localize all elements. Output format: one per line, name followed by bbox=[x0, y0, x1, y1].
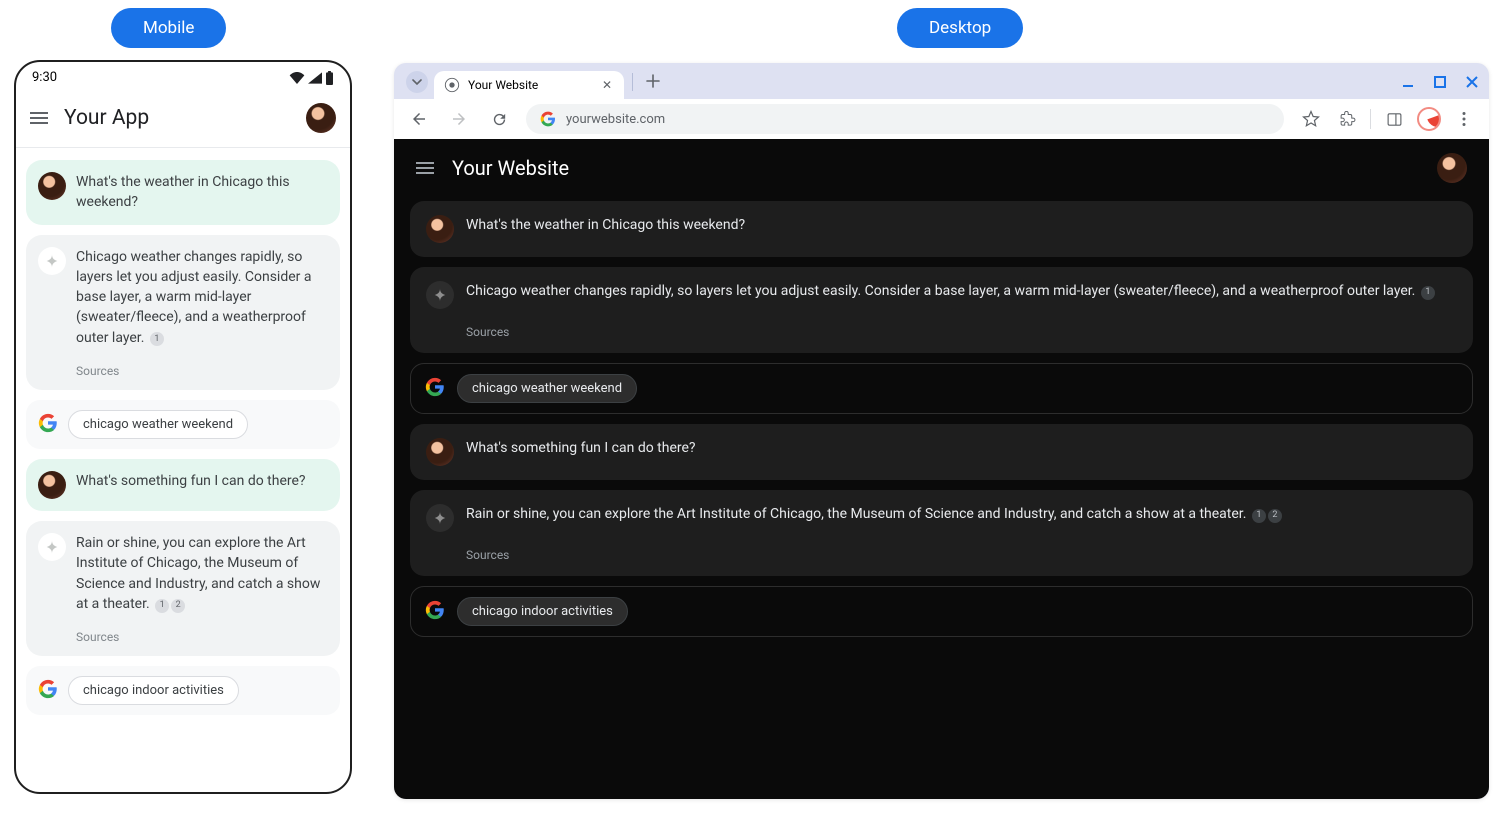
browser-toolbar: yourwebsite.com bbox=[394, 99, 1489, 139]
battery-icon bbox=[325, 71, 334, 85]
search-chip[interactable]: chicago indoor activities bbox=[457, 597, 628, 626]
message-text: Rain or shine, you can explore the Art I… bbox=[466, 504, 1282, 532]
site-header: Your Website bbox=[394, 139, 1489, 197]
sources-label[interactable]: Sources bbox=[76, 364, 328, 378]
tab-title: Your Website bbox=[468, 78, 538, 92]
search-tabs-button[interactable] bbox=[406, 71, 428, 93]
google-icon bbox=[38, 413, 58, 437]
user-avatar bbox=[38, 471, 66, 499]
desktop-section-label: Desktop bbox=[897, 8, 1023, 48]
mobile-device-frame: 9:30 Your App What's the weather in Chic… bbox=[14, 60, 352, 794]
search-suggestion-box: chicago weather weekend bbox=[410, 363, 1473, 414]
search-suggestion-box: chicago weather weekend bbox=[26, 400, 340, 449]
back-button[interactable] bbox=[406, 106, 432, 132]
maximize-icon[interactable] bbox=[1431, 73, 1449, 91]
close-tab-icon[interactable]: ✕ bbox=[600, 78, 614, 92]
user-avatar bbox=[426, 438, 454, 466]
mobile-chat-area: What's the weather in Chicago this weeke… bbox=[16, 148, 350, 727]
hamburger-icon[interactable] bbox=[416, 162, 434, 174]
reload-button[interactable] bbox=[486, 106, 512, 132]
google-icon bbox=[425, 600, 445, 624]
search-chip[interactable]: chicago weather weekend bbox=[68, 410, 248, 439]
search-chip[interactable]: chicago indoor activities bbox=[68, 676, 239, 705]
message-text: What's the weather in Chicago this weeke… bbox=[466, 215, 745, 243]
assistant-message: Chicago weather changes rapidly, so laye… bbox=[410, 267, 1473, 353]
message-text: What's something fun I can do there? bbox=[466, 438, 696, 466]
side-panel-button[interactable] bbox=[1381, 106, 1407, 132]
assistant-avatar bbox=[38, 533, 66, 561]
address-bar[interactable]: yourwebsite.com bbox=[526, 104, 1284, 134]
site-title: Your Website bbox=[452, 156, 569, 180]
search-chip[interactable]: chicago weather weekend bbox=[457, 374, 637, 403]
wifi-icon bbox=[289, 72, 305, 84]
page-content: Your Website What's the weather in Chica… bbox=[394, 139, 1489, 799]
close-window-icon[interactable] bbox=[1463, 73, 1481, 91]
status-bar: 9:30 bbox=[16, 62, 350, 93]
minimize-icon[interactable] bbox=[1399, 73, 1417, 91]
citation-badge[interactable]: 1 bbox=[155, 599, 169, 613]
assistant-avatar bbox=[426, 281, 454, 309]
browser-tab-bar: Your Website ✕ bbox=[394, 63, 1489, 99]
citation-badge[interactable]: 2 bbox=[171, 599, 185, 613]
citation-badge[interactable]: 1 bbox=[1252, 509, 1266, 523]
message-text: What's the weather in Chicago this weeke… bbox=[76, 172, 328, 213]
url-text: yourwebsite.com bbox=[566, 112, 665, 127]
avatar[interactable] bbox=[306, 103, 336, 133]
assistant-message: Rain or shine, you can explore the Art I… bbox=[26, 521, 340, 656]
browser-window: Your Website ✕ yourwebsite.com bbox=[394, 63, 1489, 799]
search-suggestion-box: chicago indoor activities bbox=[26, 666, 340, 715]
user-message: What's the weather in Chicago this weeke… bbox=[26, 160, 340, 225]
profile-avatar[interactable] bbox=[1417, 107, 1441, 131]
mobile-app-bar: Your App bbox=[16, 93, 350, 148]
user-avatar bbox=[38, 172, 66, 200]
user-avatar bbox=[426, 215, 454, 243]
extensions-button[interactable] bbox=[1334, 106, 1360, 132]
user-message: What's something fun I can do there? bbox=[410, 424, 1473, 480]
mobile-section-label: Mobile bbox=[111, 8, 226, 48]
sources-label[interactable]: Sources bbox=[76, 630, 328, 644]
google-icon bbox=[38, 679, 58, 703]
app-title: Your App bbox=[64, 106, 290, 130]
assistant-avatar bbox=[426, 504, 454, 532]
avatar[interactable] bbox=[1437, 153, 1467, 183]
browser-menu-button[interactable] bbox=[1451, 106, 1477, 132]
site-info-icon bbox=[540, 111, 556, 127]
citation-badge[interactable]: 2 bbox=[1268, 509, 1282, 523]
message-text: What's something fun I can do there? bbox=[76, 471, 306, 499]
sources-label[interactable]: Sources bbox=[466, 325, 1457, 339]
hamburger-icon[interactable] bbox=[30, 112, 48, 124]
desktop-chat-area: What's the weather in Chicago this weeke… bbox=[394, 197, 1489, 657]
user-message: What's something fun I can do there? bbox=[26, 459, 340, 511]
citation-badge[interactable]: 1 bbox=[150, 332, 164, 346]
browser-tab[interactable]: Your Website ✕ bbox=[434, 71, 624, 99]
new-tab-button[interactable] bbox=[641, 69, 665, 93]
assistant-message: Rain or shine, you can explore the Art I… bbox=[410, 490, 1473, 576]
citation-badge[interactable]: 1 bbox=[1421, 286, 1435, 300]
bookmark-button[interactable] bbox=[1298, 106, 1324, 132]
message-text: Chicago weather changes rapidly, so laye… bbox=[76, 247, 328, 348]
assistant-message: Chicago weather changes rapidly, so laye… bbox=[26, 235, 340, 390]
user-message: What's the weather in Chicago this weeke… bbox=[410, 201, 1473, 257]
search-suggestion-box: chicago indoor activities bbox=[410, 586, 1473, 637]
status-time: 9:30 bbox=[32, 70, 57, 85]
tab-separator bbox=[632, 73, 633, 91]
sources-label[interactable]: Sources bbox=[466, 548, 1457, 562]
forward-button[interactable] bbox=[446, 106, 472, 132]
signal-icon bbox=[308, 72, 322, 84]
favicon-icon bbox=[444, 77, 460, 93]
message-text: Chicago weather changes rapidly, so laye… bbox=[466, 281, 1435, 309]
assistant-avatar bbox=[38, 247, 66, 275]
toolbar-separator bbox=[1370, 109, 1371, 129]
message-text: Rain or shine, you can explore the Art I… bbox=[76, 533, 328, 614]
google-icon bbox=[425, 377, 445, 401]
